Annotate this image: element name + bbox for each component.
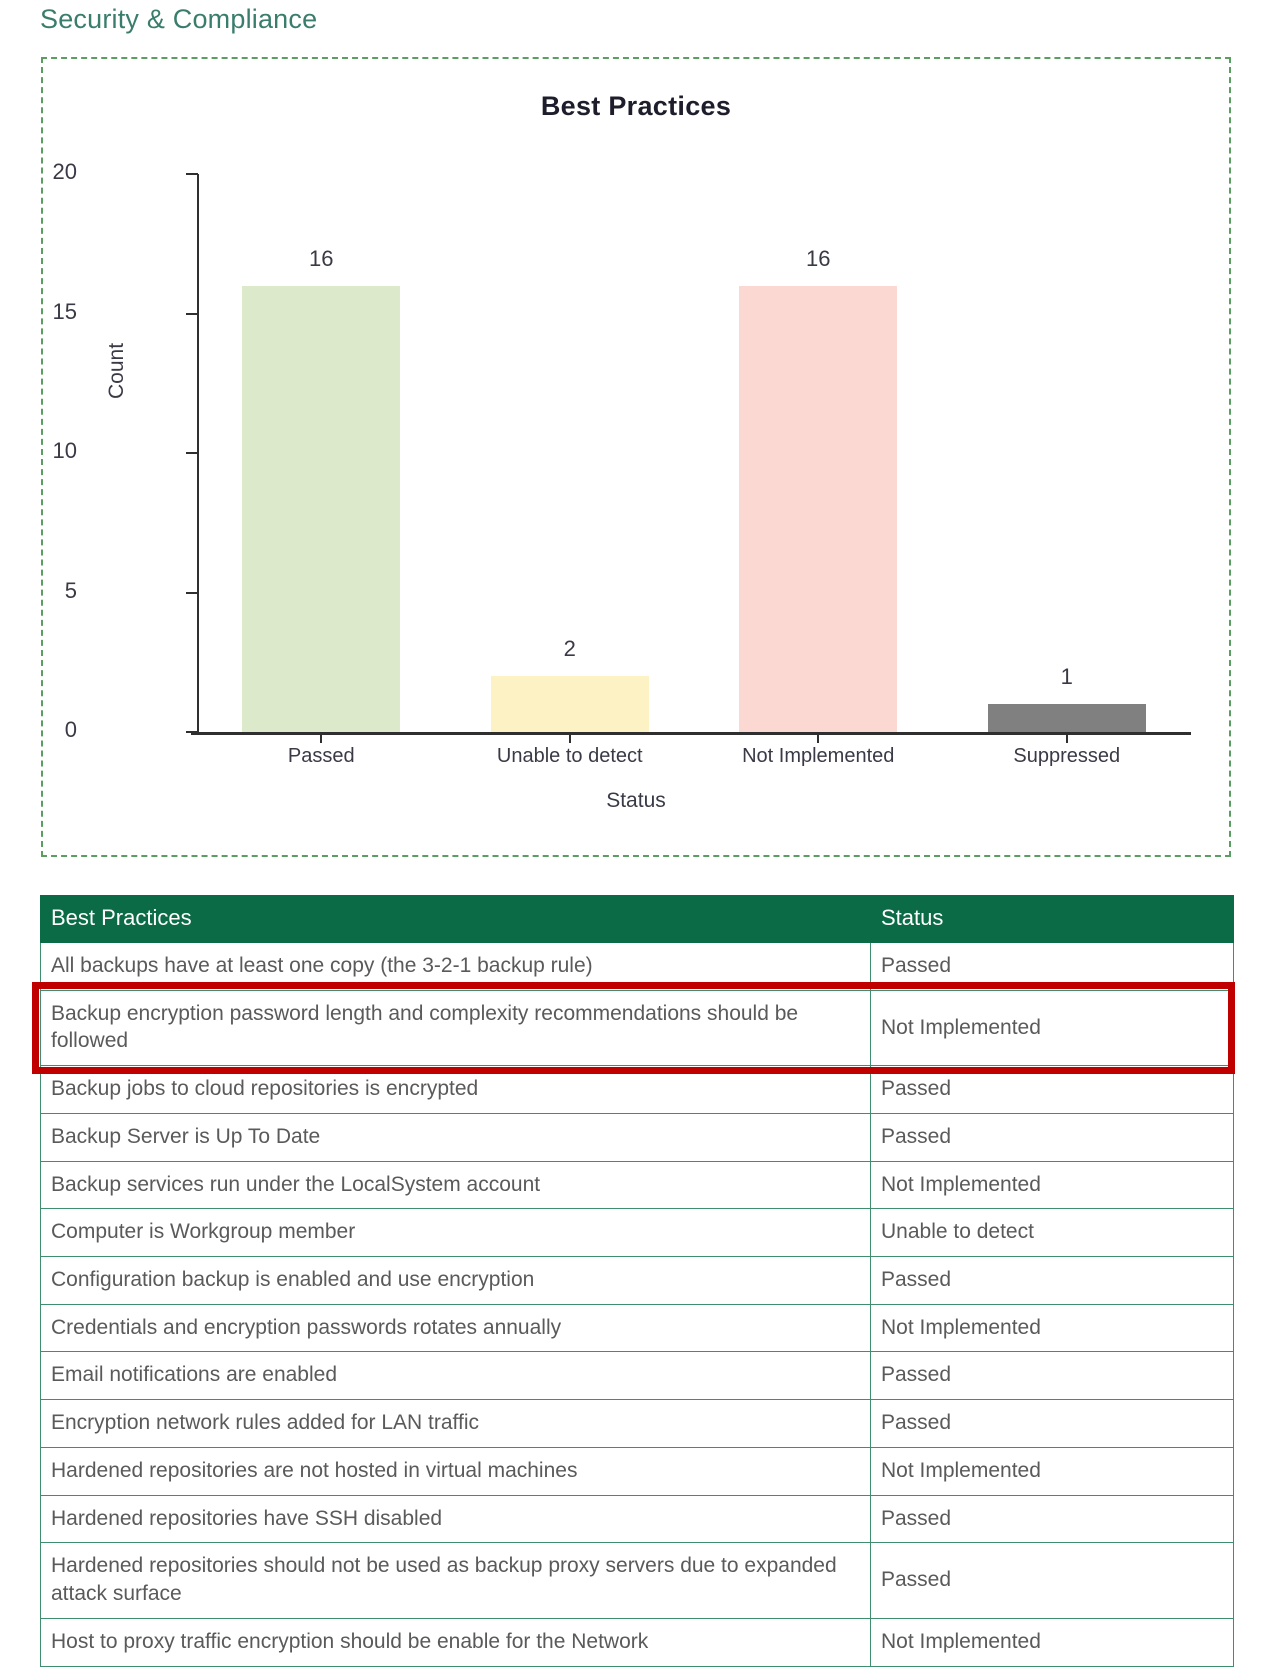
cell-best-practice: Hardened repositories are not hosted in … — [40, 1446, 871, 1496]
cell-status: Not Implemented — [870, 1617, 1234, 1667]
bar-chart-plot: Count Status 0 5 10 15 20 Passed Unable to de… — [43, 59, 1229, 855]
cell-status: Not Implemented — [870, 1303, 1234, 1353]
table-row[interactable]: Configuration backup is enabled and use … — [40, 1256, 1234, 1305]
y-tick-label: 0 — [64, 717, 77, 742]
cell-status: Passed — [870, 1542, 1234, 1619]
bar-suppressed[interactable] — [987, 704, 1146, 732]
x-tick-mark — [817, 732, 820, 743]
column-header-best-practices[interactable]: Best Practices — [40, 895, 871, 943]
bar-passed[interactable] — [242, 285, 401, 732]
bar-unable-to-detect[interactable] — [490, 676, 649, 732]
cell-best-practice: Backup services run under the LocalSyste… — [40, 1160, 871, 1210]
cell-best-practice: Backup jobs to cloud repositories is enc… — [40, 1065, 871, 1114]
cell-best-practice: Backup encryption password length and co… — [40, 989, 871, 1067]
y-tick-label: 20 — [52, 159, 77, 184]
y-axis-title: Count — [105, 342, 128, 399]
cell-status: Unable to detect — [870, 1208, 1234, 1258]
cell-best-practice: Computer is Workgroup member — [40, 1208, 871, 1258]
x-tick-mark — [1065, 732, 1068, 743]
cell-status: Not Implemented — [870, 1160, 1234, 1210]
bar-not-implemented[interactable] — [739, 285, 898, 732]
y-tick-mark — [186, 312, 198, 315]
cell-best-practice: Encryption network rules added for LAN t… — [40, 1399, 871, 1448]
x-tick-mark — [568, 732, 571, 743]
table-row[interactable]: Hardened repositories have SSH disabled P… — [40, 1494, 1234, 1544]
table-row[interactable]: Email notifications are enabled Passed — [40, 1351, 1234, 1401]
cell-status: Passed — [870, 1351, 1234, 1401]
table-row[interactable]: Backup Server is Up To Date Passed — [40, 1112, 1234, 1162]
cell-status: Passed — [870, 942, 1234, 991]
bar-value-label: 2 — [563, 636, 576, 662]
table-row[interactable]: Backup jobs to cloud repositories is enc… — [40, 1065, 1234, 1114]
x-tick-mark — [320, 732, 323, 743]
cell-best-practice: Host to proxy traffic encryption should … — [40, 1617, 871, 1667]
cell-best-practice: Email notifications are enabled — [40, 1351, 871, 1401]
cell-best-practice: Hardened repositories should not be used… — [40, 1542, 871, 1619]
x-axis-line — [191, 732, 1191, 735]
table-row[interactable]: Computer is Workgroup member Unable to de… — [40, 1208, 1234, 1258]
table-body: All backups have at least one copy (the … — [40, 942, 1234, 1667]
y-tick-mark — [186, 173, 198, 175]
cell-best-practice: Hardened repositories have SSH disabled — [40, 1494, 871, 1544]
cell-status: Not Implemented — [870, 1446, 1234, 1496]
page-title: Security & Compliance — [40, 4, 318, 34]
cell-best-practice: Configuration backup is enabled and use … — [40, 1256, 871, 1305]
y-tick-mark — [186, 731, 198, 733]
table-row[interactable]: Backup encryption password length and co… — [40, 989, 1234, 1067]
x-axis-title: Status — [606, 789, 666, 812]
cell-best-practice: All backups have at least one copy (the … — [40, 942, 871, 991]
cell-status: Passed — [870, 1494, 1234, 1544]
table-row[interactable]: All backups have at least one copy (the … — [40, 942, 1234, 991]
y-tick-label: 15 — [52, 298, 77, 324]
column-header-status[interactable]: Status — [870, 895, 1234, 943]
table-row[interactable]: Credentials and encryption passwords rot… — [40, 1303, 1234, 1353]
cell-status: Passed — [870, 1112, 1234, 1162]
cell-status: Not Implemented — [870, 989, 1234, 1067]
bar-value-label: 1 — [1060, 664, 1073, 690]
table-row[interactable]: Encryption network rules added for LAN t… — [40, 1399, 1234, 1448]
table-row[interactable]: Host to proxy traffic encryption should … — [40, 1617, 1234, 1667]
table-row[interactable]: Backup services run under the LocalSyste… — [40, 1160, 1234, 1210]
bar-value-label: 16 — [806, 245, 831, 271]
chart-panel: Best Practices Count Status 0 5 10 15 20 Pas… — [41, 57, 1231, 857]
table-row[interactable]: Hardened repositories are not hosted in … — [40, 1446, 1234, 1496]
y-tick-mark — [186, 452, 198, 454]
table-header-row: Best Practices Status — [40, 895, 1234, 943]
y-tick-mark — [186, 591, 198, 594]
y-tick-label: 10 — [52, 438, 77, 463]
best-practices-table: Best Practices Status All backups have a… — [40, 895, 1234, 1667]
cell-best-practice: Credentials and encryption passwords rot… — [40, 1303, 871, 1353]
cell-status: Passed — [870, 1399, 1234, 1448]
cell-status: Passed — [870, 1256, 1234, 1305]
cell-best-practice: Backup Server is Up To Date — [40, 1112, 871, 1162]
bar-value-label: 16 — [309, 245, 334, 271]
cell-status: Passed — [870, 1065, 1234, 1114]
y-tick-label: 5 — [64, 577, 77, 603]
table-row[interactable]: Hardened repositories should not be used… — [40, 1542, 1234, 1619]
x-tick-label: Suppressed — [1013, 745, 1121, 767]
